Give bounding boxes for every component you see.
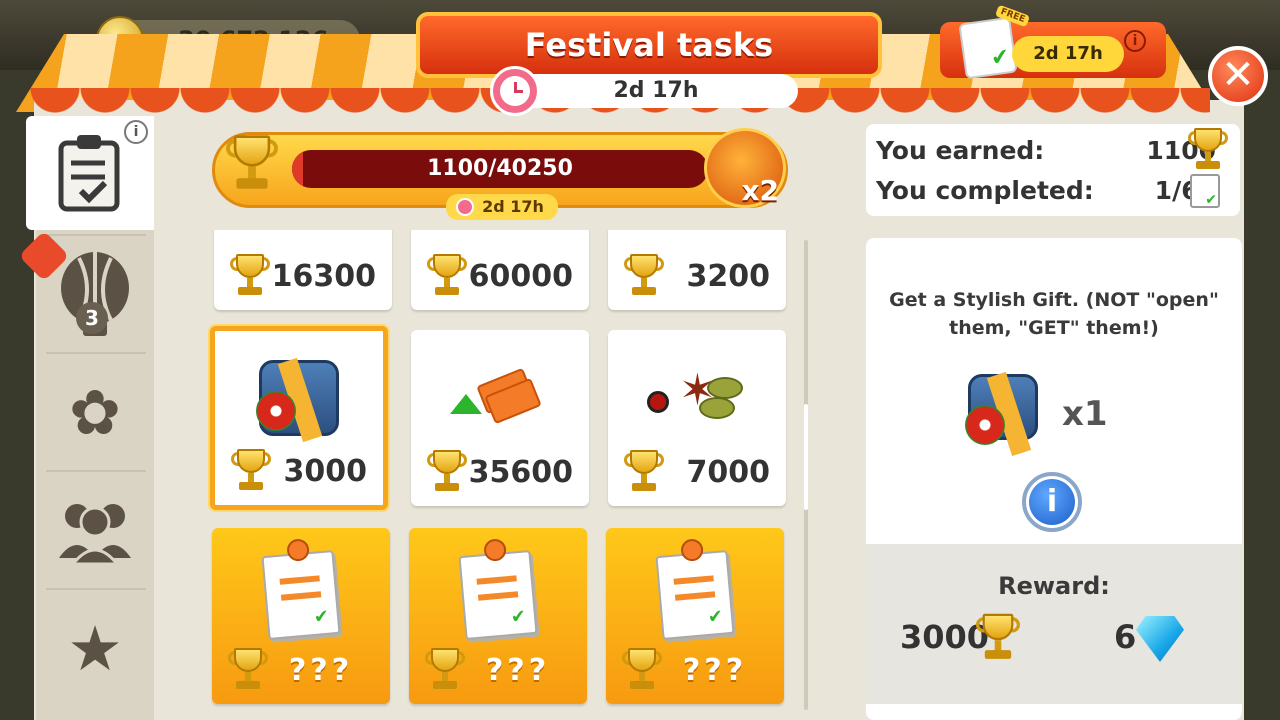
progress-timer-text: 2d 17h bbox=[482, 197, 544, 216]
task-reward-value: ??? bbox=[485, 652, 551, 688]
people-icon bbox=[59, 504, 131, 566]
task-reward: ??? bbox=[409, 646, 587, 694]
gem-icon bbox=[1136, 616, 1184, 662]
sidebar: ✿ ★ bbox=[26, 116, 154, 720]
task-reward: 3000 bbox=[215, 447, 383, 495]
star-wreath-icon: ★ bbox=[67, 612, 123, 685]
task-reward-value: 60000 bbox=[468, 258, 573, 294]
reward-section: Reward: 3000 6 bbox=[866, 544, 1242, 704]
task-note-icon: ✔ bbox=[212, 538, 390, 650]
task-card-locked[interactable]: ✔ ??? bbox=[606, 528, 784, 704]
multiplier-badge: x2 bbox=[704, 128, 786, 208]
task-card-locked[interactable]: ✔ ??? bbox=[212, 528, 390, 704]
page-title: Festival tasks bbox=[416, 12, 882, 78]
tab-flower[interactable]: ✿ bbox=[36, 356, 154, 470]
task-reward: 35600 bbox=[411, 448, 589, 496]
completed-row: You completed: 1/60 bbox=[876, 170, 1216, 210]
task-reward: 16300 bbox=[214, 252, 392, 300]
earned-row: You earned: 1100 bbox=[876, 130, 1216, 170]
tickets-icon bbox=[411, 342, 589, 452]
free-pass-timer: 2d 17h bbox=[1012, 36, 1124, 72]
task-list-icon bbox=[1190, 174, 1220, 208]
close-button[interactable]: ✕ bbox=[1208, 46, 1268, 106]
task-card[interactable]: 16300 bbox=[214, 230, 392, 310]
scrollbar-thumb[interactable] bbox=[804, 404, 808, 510]
trophy-icon bbox=[228, 648, 268, 692]
task-card-locked[interactable]: ✔ ??? bbox=[409, 528, 587, 704]
reward-label: Reward: bbox=[998, 572, 1110, 600]
completed-label: You completed: bbox=[876, 176, 1094, 205]
divider bbox=[46, 234, 146, 236]
task-card[interactable]: 35600 bbox=[411, 330, 589, 506]
trophy-icon bbox=[231, 449, 271, 493]
trophy-icon bbox=[230, 254, 270, 298]
progress-text: 1100/40250 bbox=[427, 156, 573, 181]
task-quantity: x1 bbox=[1062, 394, 1108, 434]
task-reward-value: 16300 bbox=[271, 258, 376, 294]
task-reward: 3200 bbox=[608, 252, 786, 300]
task-card-selected[interactable]: 3000 bbox=[210, 326, 388, 510]
task-reward-value: 3200 bbox=[686, 258, 771, 294]
task-reward-value: 3000 bbox=[283, 453, 368, 489]
spices-icon: ✶ bbox=[608, 342, 786, 452]
trophy-icon bbox=[427, 450, 467, 494]
progress-timer: 2d 17h bbox=[446, 194, 558, 220]
divider bbox=[46, 588, 146, 590]
task-reward: 60000 bbox=[411, 252, 589, 300]
trophy-icon bbox=[624, 254, 664, 298]
stylish-gift-icon bbox=[965, 374, 1038, 445]
trophy-icon bbox=[427, 254, 467, 298]
event-timer: 2d 17h bbox=[514, 74, 798, 108]
task-reward-value: ??? bbox=[288, 652, 354, 688]
task-detail: Get a Stylish Gift. (NOT "open" them, "G… bbox=[866, 238, 1242, 720]
tab-rating[interactable]: ★ bbox=[36, 592, 154, 706]
trophy-icon bbox=[624, 450, 664, 494]
task-note-icon: ✔ bbox=[409, 538, 587, 650]
task-reward: 7000 bbox=[608, 448, 786, 496]
stats-card: You earned: 1100 You completed: 1/60 bbox=[866, 124, 1240, 216]
info-icon: i bbox=[1029, 479, 1075, 525]
trophy-icon bbox=[622, 648, 662, 692]
task-reward-value: ??? bbox=[682, 652, 748, 688]
task-grid: 16300 60000 3200 3000 35600 ✶ 7000 ✔ ???… bbox=[200, 230, 800, 720]
clipboard-icon bbox=[58, 135, 120, 212]
trophy-icon bbox=[226, 135, 278, 192]
tab-friends[interactable] bbox=[36, 474, 154, 588]
task-reward: ??? bbox=[606, 646, 784, 694]
task-card[interactable]: 60000 bbox=[411, 230, 589, 310]
info-icon[interactable]: i bbox=[1124, 30, 1146, 52]
task-note-icon: ✔ bbox=[606, 538, 784, 650]
earned-label: You earned: bbox=[876, 136, 1045, 165]
task-list-icon bbox=[958, 16, 1018, 80]
trophy-icon bbox=[1188, 128, 1228, 172]
close-icon: ✕ bbox=[1221, 52, 1255, 98]
alarm-clock-icon bbox=[490, 66, 540, 116]
trophy-icon bbox=[976, 613, 1020, 662]
pinwheel-icon: ✿ bbox=[69, 376, 121, 449]
task-reward: ??? bbox=[212, 646, 390, 694]
trophy-icon bbox=[425, 648, 465, 692]
task-reward-value: 7000 bbox=[686, 454, 771, 490]
task-card[interactable]: 3200 bbox=[608, 230, 786, 310]
divider bbox=[46, 352, 146, 354]
info-icon[interactable]: i bbox=[124, 120, 148, 144]
info-button[interactable]: i bbox=[1022, 472, 1082, 532]
reward-gems: 6 bbox=[1114, 618, 1137, 656]
stylish-gift-icon bbox=[215, 343, 383, 453]
balloon-badge: 3 bbox=[76, 302, 108, 334]
alarm-clock-icon bbox=[456, 198, 474, 216]
task-description: Get a Stylish Gift. (NOT "open" them, "G… bbox=[889, 289, 1219, 339]
divider bbox=[46, 470, 146, 472]
task-reward-value: 35600 bbox=[468, 454, 573, 490]
task-card[interactable]: ✶ 7000 bbox=[608, 330, 786, 506]
